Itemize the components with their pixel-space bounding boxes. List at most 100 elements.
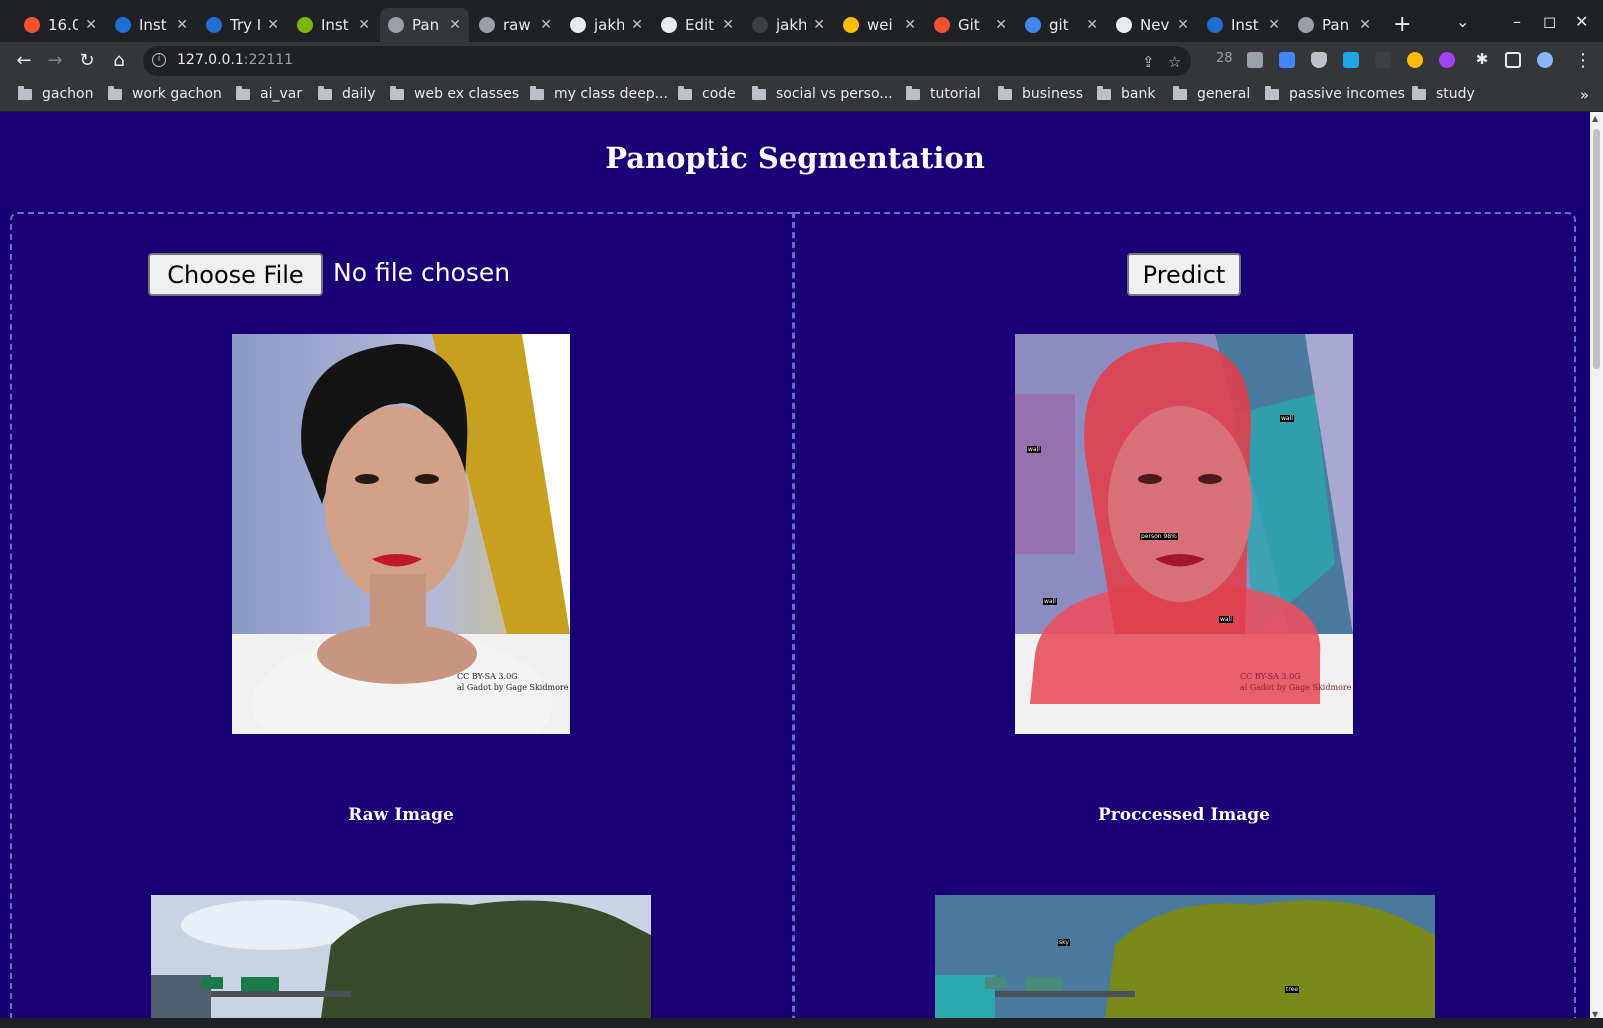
tab-title: Inst: [321, 16, 349, 34]
profile-avatar[interactable]: [1537, 52, 1553, 68]
browser-tab[interactable]: Edit ✕: [653, 8, 742, 42]
bookmark-folder[interactable]: study: [1412, 85, 1475, 102]
extension-icon[interactable]: [1343, 52, 1359, 68]
raw-image-portrait: CC BY-SA 3.0G al Gadot by Gage Skidmore: [232, 334, 570, 734]
bookmark-folder[interactable]: gachon: [18, 85, 93, 102]
home-icon[interactable]: ⌂: [108, 50, 130, 71]
folder-icon: [998, 85, 1012, 100]
browser-menu-icon[interactable]: ⋮: [1572, 50, 1594, 71]
browser-tab[interactable]: raw ✕: [471, 8, 560, 42]
bookmark-folder[interactable]: general: [1173, 85, 1250, 102]
bookmark-folder[interactable]: social vs perso...: [752, 85, 893, 102]
bookmark-folder[interactable]: work gachon: [108, 85, 222, 102]
site-info-icon[interactable]: i: [152, 53, 166, 67]
browser-tab[interactable]: Git ✕: [926, 8, 1015, 42]
browser-toolbar: ← → ↻ ⌂ i 127.0.0.1:22111 ⇪ ☆ 28 ✱ ⋮: [0, 42, 1603, 80]
scroll-thumb[interactable]: [1593, 129, 1600, 369]
tab-close-icon[interactable]: ✕: [995, 17, 1007, 33]
raw-image-credit-1: CC BY-SA 3.0G: [457, 672, 518, 681]
tab-close-icon[interactable]: ✕: [631, 17, 643, 33]
reload-icon[interactable]: ↻: [76, 50, 98, 71]
tab-search-chevron-icon[interactable]: ⌄: [1456, 12, 1469, 31]
scroll-up-icon[interactable]: ▲: [1592, 114, 1598, 123]
browser-tab[interactable]: Try I ✕: [198, 8, 287, 42]
processed-image-credit-1: CC BY-SA 3.0G: [1240, 672, 1301, 681]
tab-close-icon[interactable]: ✕: [1086, 17, 1098, 33]
url-text[interactable]: 127.0.0.1:22111: [177, 52, 293, 68]
bookmark-label: ai_var: [260, 86, 303, 102]
folder-icon: [1265, 85, 1279, 100]
bookmark-folder[interactable]: ai_var: [236, 85, 303, 102]
bookmark-folder[interactable]: business: [998, 85, 1083, 102]
browser-tab[interactable]: wei ✕: [835, 8, 924, 42]
extension-icon[interactable]: [1407, 52, 1423, 68]
choose-file-button[interactable]: Choose File: [148, 253, 323, 296]
folder-icon: [906, 85, 920, 100]
extension-badge-count: 28: [1216, 51, 1233, 66]
tab-close-icon[interactable]: ✕: [540, 17, 552, 33]
raw-image-street: [151, 895, 651, 1018]
seg-label: person 98%: [1140, 533, 1178, 540]
shield-extension-icon[interactable]: [1311, 52, 1327, 68]
maximize-icon[interactable]: ◻: [1543, 12, 1556, 31]
folder-icon: [1412, 85, 1426, 100]
browser-tab[interactable]: Nev ✕: [1108, 8, 1197, 42]
tab-close-icon[interactable]: ✕: [358, 17, 370, 33]
raw-image-credit-2: al Gadot by Gage Skidmore: [457, 683, 569, 692]
tab-close-icon[interactable]: ✕: [85, 17, 97, 33]
page-title: Panoptic Segmentation: [605, 141, 985, 175]
browser-tab[interactable]: jakh ✕: [562, 8, 651, 42]
processed-image-credit-2: al Gadot by Gage Skidmore: [1240, 683, 1352, 692]
bookmark-folder[interactable]: my class deep...: [530, 85, 668, 102]
forward-icon[interactable]: →: [44, 50, 66, 71]
tab-close-icon[interactable]: ✕: [904, 17, 916, 33]
browser-tab[interactable]: jakh ✕: [744, 8, 833, 42]
predict-button[interactable]: Predict: [1127, 253, 1241, 296]
page-scrollbar[interactable]: ▲ ▼: [1590, 112, 1603, 1022]
browser-tab[interactable]: Pan ✕: [1290, 8, 1379, 42]
tab-close-icon[interactable]: ✕: [813, 17, 825, 33]
tab-close-icon[interactable]: ✕: [1268, 17, 1280, 33]
side-panel-icon[interactable]: [1505, 52, 1521, 68]
tab-close-icon[interactable]: ✕: [1177, 17, 1189, 33]
browser-tab[interactable]: Inst ✕: [107, 8, 196, 42]
seg-label: wall: [1219, 616, 1233, 623]
bookmark-folder[interactable]: tutorial: [906, 85, 981, 102]
extension-icon[interactable]: [1247, 52, 1263, 68]
tab-favicon-icon: [297, 17, 313, 33]
browser-tab[interactable]: git ✕: [1017, 8, 1106, 42]
bookmark-folder[interactable]: daily: [318, 85, 376, 102]
bookmarks-overflow-button[interactable]: »: [1580, 86, 1589, 104]
bookmark-folder[interactable]: code: [678, 85, 736, 102]
bookmark-star-icon[interactable]: ☆: [1168, 53, 1181, 71]
extension-icon[interactable]: [1439, 52, 1455, 68]
browser-tab[interactable]: 16.0 ✕: [16, 8, 105, 42]
bookmark-folder[interactable]: web ex classes: [390, 85, 519, 102]
browser-tab[interactable]: Inst ✕: [289, 8, 378, 42]
share-icon[interactable]: ⇪: [1142, 53, 1155, 71]
translate-extension-icon[interactable]: [1279, 52, 1295, 68]
bookmark-label: study: [1436, 86, 1475, 102]
new-tab-button[interactable]: +: [1393, 12, 1411, 37]
browser-tab[interactable]: Pan ✕: [380, 8, 469, 42]
bookmark-folder[interactable]: bank: [1097, 85, 1155, 102]
tab-title: jakh: [594, 16, 624, 34]
folder-icon: [390, 85, 404, 100]
minimize-icon[interactable]: –: [1513, 12, 1521, 31]
tab-favicon-icon: [1207, 17, 1223, 33]
bookmark-folder[interactable]: passive incomes: [1265, 85, 1405, 102]
tab-favicon-icon: [388, 17, 404, 33]
tab-close-icon[interactable]: ✕: [267, 17, 279, 33]
tab-close-icon[interactable]: ✕: [449, 17, 461, 33]
folder-icon: [318, 85, 332, 100]
address-bar[interactable]: i 127.0.0.1:22111 ⇪ ☆: [143, 46, 1191, 76]
extensions-puzzle-icon[interactable]: ✱: [1471, 50, 1493, 68]
browser-tab[interactable]: Inst ✕: [1199, 8, 1288, 42]
tab-favicon-icon: [1025, 17, 1041, 33]
extension-icon[interactable]: [1375, 52, 1391, 68]
tab-close-icon[interactable]: ✕: [176, 17, 188, 33]
tab-close-icon[interactable]: ✕: [722, 17, 734, 33]
back-icon[interactable]: ←: [13, 50, 35, 71]
tab-close-icon[interactable]: ✕: [1359, 17, 1371, 33]
close-window-icon[interactable]: ✕: [1575, 12, 1588, 31]
